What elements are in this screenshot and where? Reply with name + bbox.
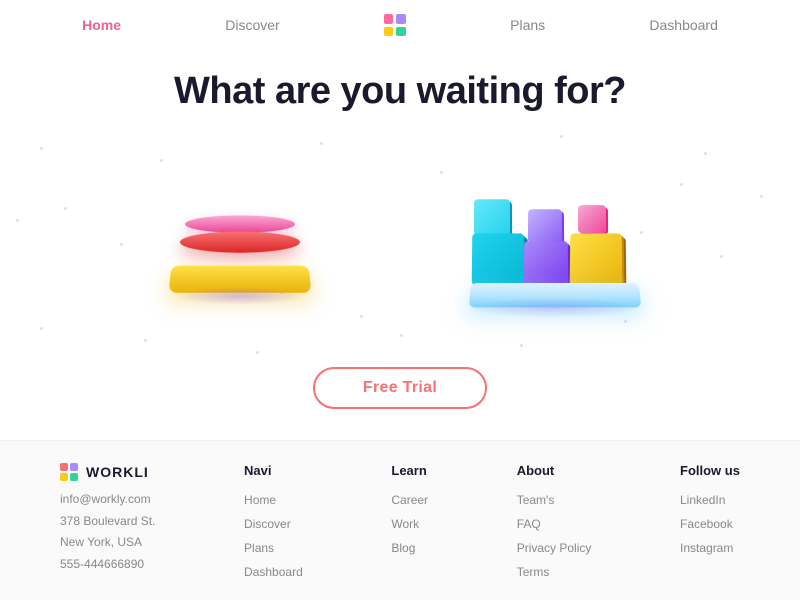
dot [720, 255, 723, 258]
footer-logo-icon [60, 463, 78, 481]
footer-link-work[interactable]: Work [391, 512, 428, 536]
dot [40, 327, 43, 330]
footer-link-blog[interactable]: Blog [391, 536, 428, 560]
footer: WORKLI info@workly.com 378 Boulevard St.… [0, 440, 800, 600]
footer-link-faq[interactable]: FAQ [517, 512, 592, 536]
footer-link-career[interactable]: Career [391, 488, 428, 512]
footer-brand-name: WORKLI [86, 464, 149, 480]
footer-link-facebook[interactable]: Facebook [680, 512, 740, 536]
cube-yellow-large [570, 233, 623, 285]
footer-phone: 555-444666890 [60, 554, 155, 576]
dot [520, 344, 523, 347]
nav-link-discover[interactable]: Discover [225, 17, 279, 33]
disk-red [179, 232, 301, 253]
cube-cyan-small [474, 199, 510, 235]
footer-email: info@workly.com [60, 489, 155, 511]
footer-about-col: About Team'sFAQPrivacy PolicyTerms [517, 463, 592, 584]
footer-col-title-follow us: Follow us [680, 463, 740, 478]
nav-links: Home Discover Plans Dashboard [60, 14, 740, 36]
navbar: Home Discover Plans Dashboard [0, 0, 800, 50]
dot [760, 195, 763, 198]
dot [560, 135, 563, 138]
dot [440, 171, 443, 174]
hero-scene [0, 123, 800, 363]
dots-background [0, 123, 800, 363]
dot [64, 207, 67, 210]
dot [16, 219, 19, 222]
disk-pink [184, 215, 295, 232]
hero-section: What are you waiting for? [0, 50, 800, 123]
footer-col-title-navi: Navi [244, 463, 303, 478]
footer-link-instagram[interactable]: Instagram [680, 536, 740, 560]
footer-learn-col: Learn CareerWorkBlog [391, 463, 428, 584]
nav-link-dashboard[interactable]: Dashboard [649, 17, 718, 33]
footer-link-home[interactable]: Home [244, 488, 303, 512]
footer-col-title-learn: Learn [391, 463, 428, 478]
footer-link-privacy-policy[interactable]: Privacy Policy [517, 536, 592, 560]
dot [704, 152, 707, 155]
footer-link-dashboard[interactable]: Dashboard [244, 560, 303, 584]
footer-logo-row: WORKLI [60, 463, 155, 481]
footer-link-linkedin[interactable]: LinkedIn [680, 488, 740, 512]
dot [40, 147, 43, 150]
logo-icon [384, 14, 406, 36]
cube-pink-small [578, 205, 606, 233]
dot [320, 142, 323, 145]
dot [256, 351, 259, 354]
nav-link-home[interactable]: Home [82, 17, 121, 33]
free-trial-button[interactable]: Free Trial [313, 367, 487, 409]
footer-link-discover[interactable]: Discover [244, 512, 303, 536]
cube-purple-large [524, 241, 568, 285]
dot [120, 243, 123, 246]
footer-link-plans[interactable]: Plans [244, 536, 303, 560]
footer-navi-col: Navi HomeDiscoverPlansDashboard [244, 463, 303, 584]
hero-heading: What are you waiting for? [0, 70, 800, 113]
dot [400, 334, 403, 337]
footer-info: info@workly.com 378 Boulevard St. New Yo… [60, 489, 155, 575]
cta-section: Free Trial [0, 367, 800, 409]
object-left [160, 153, 320, 313]
footer-address1: 378 Boulevard St. [60, 511, 155, 533]
footer-address2: New York, USA [60, 532, 155, 554]
object-right [460, 143, 660, 323]
cube-purple-small [528, 209, 562, 243]
nav-link-plans[interactable]: Plans [510, 17, 545, 33]
cube-cyan-large [472, 233, 525, 285]
footer-link-teams[interactable]: Team's [517, 488, 592, 512]
dot [360, 315, 363, 318]
footer-col-title-about: About [517, 463, 592, 478]
dot [144, 339, 147, 342]
dot [680, 183, 683, 186]
footer-brand-col: WORKLI info@workly.com 378 Boulevard St.… [60, 463, 155, 584]
shadow-right [470, 298, 640, 318]
shadow-left [175, 287, 305, 305]
footer-follow-col: Follow us LinkedInFacebookInstagram [680, 463, 740, 584]
footer-link-terms[interactable]: Terms [517, 560, 592, 584]
